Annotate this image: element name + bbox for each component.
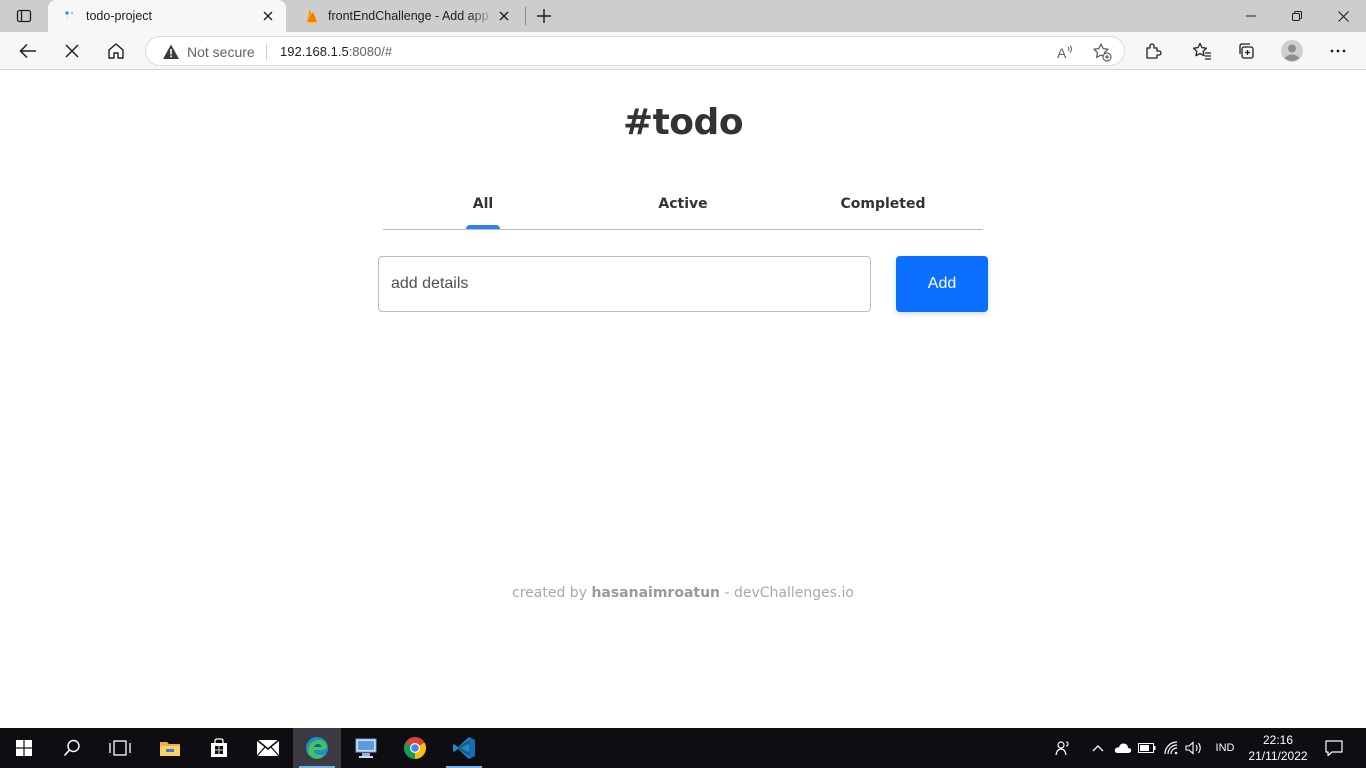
add-button[interactable]: Add: [896, 256, 988, 312]
clock-time: 22:16: [1262, 733, 1294, 747]
url-host: 192.168.1.5: [280, 44, 349, 59]
more-options-icon[interactable]: [1323, 36, 1353, 66]
home-icon[interactable]: [101, 36, 131, 66]
chrome-icon[interactable]: [391, 728, 439, 768]
microsoft-store-icon[interactable]: [195, 728, 243, 768]
volume-icon[interactable]: [1183, 728, 1205, 768]
input-language-indicator[interactable]: IND: [1208, 728, 1242, 768]
battery-icon[interactable]: [1136, 728, 1158, 768]
start-windows-icon[interactable]: [0, 728, 48, 768]
file-explorer-icon[interactable]: [146, 728, 194, 768]
clock[interactable]: 22:16 21/11/2022: [1244, 732, 1312, 764]
tab-actions-icon[interactable]: [10, 5, 38, 27]
notifications-icon[interactable]: [1318, 728, 1350, 768]
browser-tab-frontendchallenge[interactable]: frontEndChallenge - Add app - F: [290, 0, 522, 32]
close-tab-icon[interactable]: [494, 6, 514, 26]
browser-toolbar: Not secure 192.168.1.5:8080/# A: [0, 32, 1366, 70]
people-icon[interactable]: [1050, 728, 1076, 768]
task-view-icon[interactable]: [96, 728, 144, 768]
browser-tab-todo-project[interactable]: todo-project: [48, 0, 286, 32]
filter-tabs: All Active Completed: [383, 196, 983, 230]
url-text[interactable]: 192.168.1.5:8080/#: [280, 44, 392, 59]
remote-desktop-icon[interactable]: [342, 728, 390, 768]
tab-title: frontEndChallenge - Add app - F: [328, 9, 494, 23]
edge-browser-icon[interactable]: [293, 728, 341, 768]
search-icon[interactable]: [48, 728, 96, 768]
profile-avatar-icon[interactable]: [1277, 36, 1307, 66]
close-tab-icon[interactable]: [258, 6, 278, 26]
restore-window-icon[interactable]: [1274, 0, 1320, 32]
vscode-icon[interactable]: [440, 728, 488, 768]
footer-credit: created by hasanaimroatun - devChallenge…: [0, 585, 1366, 601]
svg-text:A: A: [1057, 45, 1067, 60]
mail-icon[interactable]: [244, 728, 292, 768]
favorites-icon[interactable]: [1187, 36, 1217, 66]
tab-separator: [525, 7, 526, 25]
stop-loading-icon[interactable]: [57, 36, 87, 66]
new-tab-icon[interactable]: [532, 4, 556, 28]
wifi-icon[interactable]: [1160, 728, 1182, 768]
tab-completed[interactable]: Completed: [783, 196, 983, 212]
footer-author-link[interactable]: hasanaimroatun: [591, 585, 720, 601]
address-separator: [266, 44, 267, 60]
close-window-icon[interactable]: [1320, 0, 1366, 32]
back-arrow-icon[interactable]: [13, 36, 43, 66]
tab-active[interactable]: Active: [583, 196, 783, 212]
loading-favicon-icon: [62, 8, 78, 24]
onedrive-cloud-icon[interactable]: [1112, 728, 1134, 768]
not-secure-label[interactable]: Not secure: [187, 44, 255, 60]
warning-icon[interactable]: [162, 43, 180, 61]
language-label: IND: [1215, 742, 1235, 754]
clock-date: 21/11/2022: [1248, 749, 1308, 763]
minimize-window-icon[interactable]: [1228, 0, 1274, 32]
read-aloud-icon[interactable]: A: [1054, 41, 1076, 63]
url-path: :8080/#: [348, 44, 393, 59]
add-favorite-icon[interactable]: [1091, 41, 1113, 63]
extensions-icon[interactable]: [1138, 36, 1168, 66]
selected-tab-indicator: [466, 225, 500, 229]
collections-icon[interactable]: [1231, 36, 1261, 66]
tab-all[interactable]: All: [383, 196, 583, 212]
app-title: #todo: [622, 102, 744, 143]
footer-prefix: created by: [512, 585, 587, 601]
browser-tab-strip: todo-project frontEndChallenge - Add app…: [0, 0, 1366, 32]
taskbar: IND 22:16 21/11/2022: [0, 728, 1366, 768]
tab-title: todo-project: [86, 9, 153, 23]
footer-suffix: - devChallenges.io: [724, 585, 854, 601]
address-bar[interactable]: Not secure 192.168.1.5:8080/# A: [145, 36, 1125, 66]
add-details-input[interactable]: [378, 256, 871, 312]
show-hidden-icons-chevron-icon[interactable]: [1088, 728, 1108, 768]
firebase-favicon-icon: [304, 8, 320, 24]
